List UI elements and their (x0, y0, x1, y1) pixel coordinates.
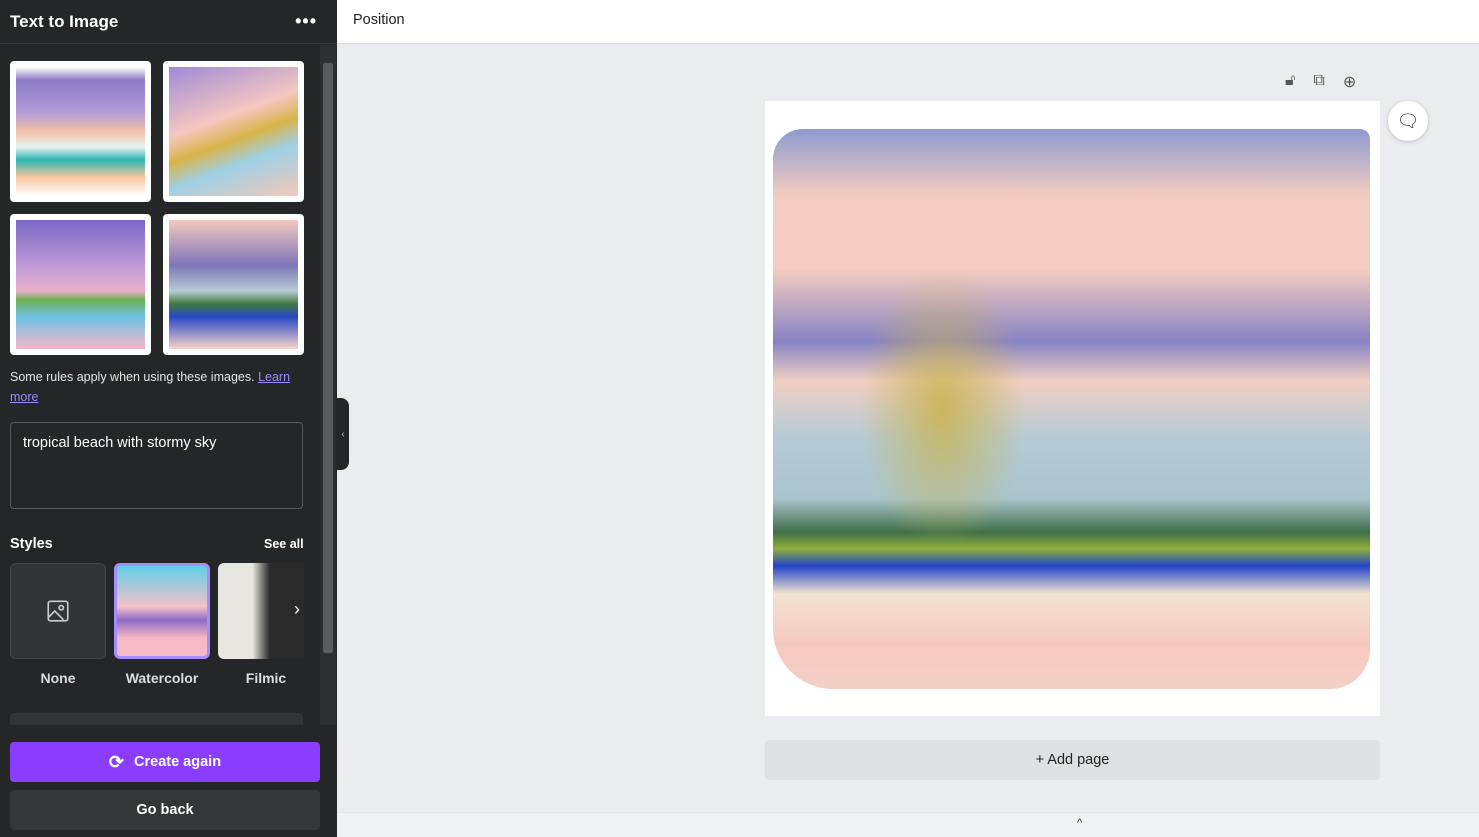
styles-heading: Styles (10, 536, 53, 552)
text-to-image-panel: Text to Image ••• Some rules apply when u… (0, 0, 337, 837)
canvas-page[interactable] (765, 101, 1380, 716)
duplicate-page-icon[interactable]: ⧉ (1313, 72, 1324, 92)
style-none[interactable] (10, 563, 106, 659)
style-watercolor[interactable] (114, 563, 210, 659)
panel-scrollbar[interactable] (320, 45, 336, 725)
comment-plus-icon: 🗨︎ (1396, 110, 1420, 131)
style-label: Filmic (245, 670, 287, 686)
refresh-icon: ⟳ (108, 751, 125, 772)
top-toolbar: Position (337, 0, 1479, 44)
result-image-1[interactable] (10, 61, 151, 202)
style-label: Watercolor (125, 670, 199, 686)
rules-text: Some rules apply when using these images… (10, 370, 259, 384)
rules-notice: Some rules apply when using these images… (10, 367, 305, 407)
prompt-input[interactable]: tropical beach with stormy sky (10, 422, 303, 509)
image-icon (47, 600, 69, 622)
collapse-panel-handle[interactable]: ‹ (337, 398, 349, 470)
add-comment-button[interactable]: 🗨︎ (1388, 101, 1428, 141)
see-all-link[interactable]: See all (264, 537, 304, 551)
position-button[interactable]: Position (353, 12, 405, 28)
result-image-2[interactable] (163, 61, 304, 202)
result-image-4[interactable] (163, 214, 304, 355)
add-page-icon[interactable]: ⊕ (1343, 72, 1356, 92)
lock-icon[interactable]: 🔓︎ (1285, 72, 1295, 92)
result-image-3[interactable] (10, 214, 151, 355)
create-again-label: Create again (134, 754, 222, 770)
style-label: None (40, 670, 76, 686)
chevron-right-icon[interactable]: › (294, 599, 300, 620)
add-page-button[interactable]: + Add page (765, 740, 1380, 780)
go-back-button[interactable]: Go back (10, 790, 320, 830)
horizontal-scrollbar[interactable]: ^ (337, 812, 1479, 837)
create-again-button[interactable]: ⟳ Create again (10, 742, 320, 782)
generated-image[interactable] (773, 129, 1370, 689)
panel-title: Text to Image (10, 11, 119, 31)
chevron-up-icon[interactable]: ^ (1077, 817, 1082, 829)
style-filmic[interactable]: › (218, 563, 304, 659)
more-horizontal-icon[interactable]: ••• (295, 11, 317, 32)
